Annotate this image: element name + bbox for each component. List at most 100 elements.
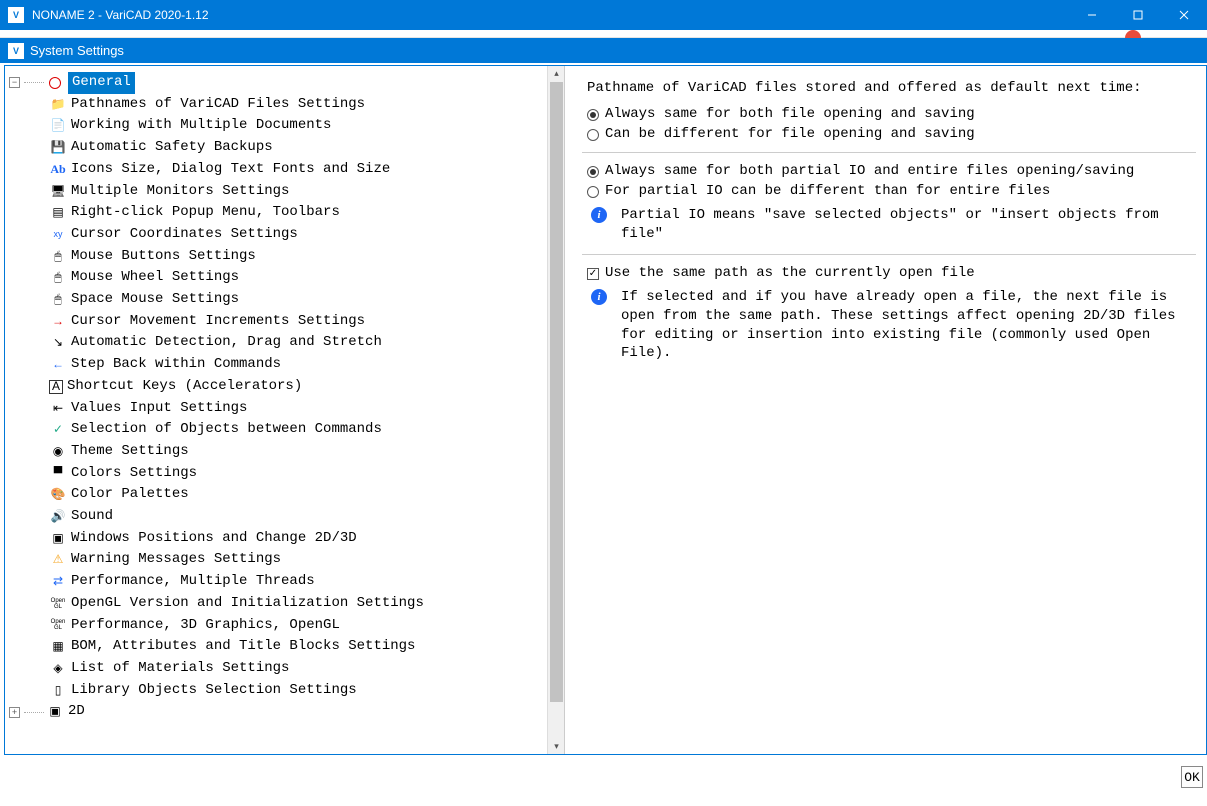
save-icon: 💾: [49, 140, 67, 156]
tree-item-label: Mouse Buttons Settings: [71, 246, 256, 268]
expand-icon[interactable]: +: [9, 707, 20, 718]
tree-item[interactable]: 📁Pathnames of VariCAD Files Settings: [9, 94, 560, 116]
tree-item[interactable]: AbIcons Size, Dialog Text Fonts and Size: [9, 159, 560, 181]
colors-icon: ▀: [49, 466, 67, 482]
radio-icon: [587, 109, 599, 121]
radio-different-open-save[interactable]: Can be different for file opening and sa…: [587, 126, 1196, 142]
window-controls: [1069, 0, 1207, 30]
window-title: NONAME 2 - VariCAD 2020-1.12: [32, 8, 1069, 22]
scroll-up-icon[interactable]: ▴: [548, 66, 565, 81]
materials-icon: ◈: [49, 661, 67, 677]
tree-item[interactable]: 🎨Color Palettes: [9, 484, 560, 506]
tree-item[interactable]: ◈List of Materials Settings: [9, 658, 560, 680]
tree-label-general: General: [68, 72, 135, 94]
tree-item-label: Space Mouse Settings: [71, 289, 239, 311]
radio-same-partial-io[interactable]: Always same for both partial IO and enti…: [587, 163, 1196, 179]
tree-item[interactable]: ▣Windows Positions and Change 2D/3D: [9, 528, 560, 550]
arrow-right-icon: →: [49, 314, 67, 330]
radio-icon: [587, 166, 599, 178]
tree-item[interactable]: xyCursor Coordinates Settings: [9, 224, 560, 246]
tree-item[interactable]: 💾Automatic Safety Backups: [9, 137, 560, 159]
tree-item-label: Colors Settings: [71, 463, 197, 485]
tree-item[interactable]: ▀Colors Settings: [9, 463, 560, 485]
tree-item[interactable]: ✓Selection of Objects between Commands: [9, 419, 560, 441]
radio-different-partial-io[interactable]: For partial IO can be different than for…: [587, 183, 1196, 199]
tree-item-label: List of Materials Settings: [71, 658, 289, 680]
tree-item-label: Automatic Detection, Drag and Stretch: [71, 332, 382, 354]
tree-item-label: Icons Size, Dialog Text Fonts and Size: [71, 159, 390, 181]
documents-icon: 📄: [49, 118, 67, 134]
divider: [582, 254, 1196, 255]
tree-item-label: Selection of Objects between Commands: [71, 419, 382, 441]
opengl-icon: Open GL: [49, 596, 67, 612]
minimize-button[interactable]: [1069, 0, 1115, 30]
info-icon: i: [591, 207, 607, 223]
tree-item-label: Sound: [71, 506, 113, 528]
tree-item-label: Pathnames of VariCAD Files Settings: [71, 94, 365, 116]
tree-item[interactable]: ⇤Values Input Settings: [9, 398, 560, 420]
tree-panel: − General 📁Pathnames of VariCAD Files Se…: [5, 66, 565, 754]
tree-node-2d[interactable]: + ▣ 2D: [9, 701, 560, 723]
menu-icon: ▤: [49, 205, 67, 221]
tree-item[interactable]: →Cursor Movement Increments Settings: [9, 311, 560, 333]
notification-dot-icon: [1125, 30, 1141, 38]
tree-item[interactable]: Open GLOpenGL Version and Initialization…: [9, 593, 560, 615]
tree-item-label: BOM, Attributes and Title Blocks Setting…: [71, 636, 415, 658]
titlebar: V NONAME 2 - VariCAD 2020-1.12: [0, 0, 1207, 30]
tree-item[interactable]: ↘Automatic Detection, Drag and Stretch: [9, 332, 560, 354]
tree-node-general[interactable]: − General: [9, 72, 560, 94]
close-button[interactable]: [1161, 0, 1207, 30]
menu-strip: [0, 30, 1207, 38]
folder-icon: 📁: [49, 97, 67, 113]
check-icon: ✓: [49, 422, 67, 438]
tree-item[interactable]: 🖥Multiple Monitors Settings: [9, 181, 560, 203]
2d-icon: ▣: [46, 704, 64, 720]
tree-item[interactable]: 🖱Mouse Wheel Settings: [9, 267, 560, 289]
tree-item[interactable]: 📄Working with Multiple Documents: [9, 115, 560, 137]
info-partial-io: i Partial IO means "save selected object…: [587, 205, 1196, 244]
checkbox-use-same-path[interactable]: ✓ Use the same path as the currently ope…: [587, 265, 1196, 281]
settings-detail-panel: Pathname of VariCAD files stored and off…: [565, 66, 1206, 754]
tree-item[interactable]: 🖱Space Mouse Settings: [9, 289, 560, 311]
tree-item-label: Cursor Movement Increments Settings: [71, 311, 365, 333]
tree-item[interactable]: ◉Theme Settings: [9, 441, 560, 463]
radio-icon: [587, 129, 599, 141]
tree-item[interactable]: ⚠Warning Messages Settings: [9, 549, 560, 571]
tree-item-label: Performance, 3D Graphics, OpenGL: [71, 615, 340, 637]
warning-icon: ⚠: [49, 552, 67, 568]
tree-item[interactable]: ▤Right-click Popup Menu, Toolbars: [9, 202, 560, 224]
tree-item-label: OpenGL Version and Initialization Settin…: [71, 593, 424, 615]
maximize-button[interactable]: [1115, 0, 1161, 30]
tree-label-2d: 2D: [68, 701, 85, 723]
radio-label: Can be different for file opening and sa…: [605, 126, 975, 142]
radio-label: Always same for both file opening and sa…: [605, 106, 975, 122]
checkbox-label: Use the same path as the currently open …: [605, 265, 975, 281]
tree-item[interactable]: AShortcut Keys (Accelerators): [9, 376, 560, 398]
tree-item[interactable]: 🔊Sound: [9, 506, 560, 528]
tree-item-label: Shortcut Keys (Accelerators): [67, 376, 302, 398]
space-mouse-icon: 🖱: [49, 292, 67, 308]
tree-item[interactable]: 🖱Mouse Buttons Settings: [9, 246, 560, 268]
info-text: Partial IO means "save selected objects"…: [621, 205, 1196, 244]
collapse-icon[interactable]: −: [9, 77, 20, 88]
tree-scrollbar[interactable]: ▴ ▾: [547, 66, 564, 754]
info-text: If selected and if you have already open…: [621, 287, 1196, 364]
tree-item-label: Right-click Popup Menu, Toolbars: [71, 202, 340, 224]
tree-item[interactable]: ⇄Performance, Multiple Threads: [9, 571, 560, 593]
tree-item[interactable]: ←Step Back within Commands: [9, 354, 560, 376]
dialog-header: V System Settings: [0, 38, 1207, 63]
ok-button[interactable]: OK: [1181, 766, 1203, 788]
scroll-down-icon[interactable]: ▾: [548, 739, 565, 754]
font-icon: Ab: [49, 162, 67, 178]
radio-same-open-save[interactable]: Always same for both file opening and sa…: [587, 106, 1196, 122]
tree-item-label: Warning Messages Settings: [71, 549, 281, 571]
tree-item-label: Performance, Multiple Threads: [71, 571, 315, 593]
tree-item[interactable]: Open GLPerformance, 3D Graphics, OpenGL: [9, 615, 560, 637]
settings-tree[interactable]: − General 📁Pathnames of VariCAD Files Se…: [5, 66, 564, 754]
tree-item[interactable]: ▦BOM, Attributes and Title Blocks Settin…: [9, 636, 560, 658]
xy-icon: xy: [49, 227, 67, 243]
opengl-perf-icon: Open GL: [49, 617, 67, 633]
arrow-left-icon: ←: [49, 357, 67, 373]
tree-item[interactable]: ▯Library Objects Selection Settings: [9, 680, 560, 702]
scroll-thumb[interactable]: [550, 82, 563, 702]
